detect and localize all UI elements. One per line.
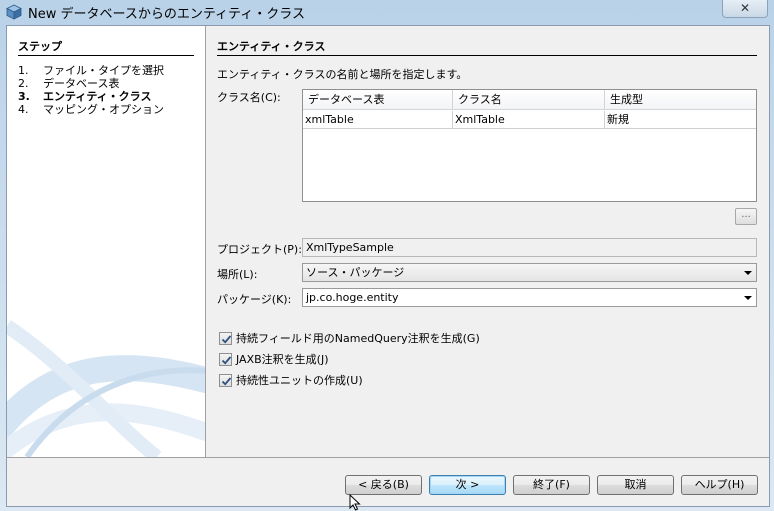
package-label: パッケージ(K): (217, 293, 292, 306)
help-button[interactable]: ヘルプ(H) (681, 475, 758, 495)
mouse-cursor-icon (349, 494, 361, 511)
dialog-client-area: ステップ 1. ファイル・タイプを選択 2. データベース表 3. エンティティ・クラ… (6, 25, 770, 507)
cell-generation-type[interactable]: 新規 (605, 111, 756, 129)
checkbox-jaxb[interactable]: JAXB注釈を生成(J) (219, 351, 329, 366)
step-number: 4. (18, 103, 29, 116)
step-label: ファイル・タイプを選択 (43, 64, 164, 77)
footer-divider (7, 457, 769, 458)
chevron-down-icon[interactable] (744, 271, 752, 275)
finish-button[interactable]: 終了(F) (513, 475, 590, 495)
checkbox-persistence-unit[interactable]: 持続性ユニットの作成(U) (219, 372, 363, 387)
step-label: データベース表 (43, 77, 120, 90)
steps-title: ステップ (18, 38, 194, 56)
cell-db-table[interactable]: xmlTable (303, 111, 453, 129)
step-number: 1. (18, 64, 29, 77)
location-dropdown[interactable]: ソース・パッケージ (302, 263, 757, 282)
next-button[interactable]: 次 > (429, 475, 506, 495)
checkbox-label[interactable]: 持続性ユニットの作成(U) (236, 374, 363, 387)
steps-panel: ステップ 1. ファイル・タイプを選択 2. データベース表 3. エンティティ・クラ… (7, 26, 206, 457)
package-value[interactable]: jp.co.hoge.entity (306, 291, 399, 304)
window-title: New データベースからのエンティティ・クラス (28, 7, 306, 22)
package-combobox[interactable]: jp.co.hoge.entity (302, 288, 757, 307)
close-button[interactable]: ✕ (722, 0, 768, 18)
checkbox-label[interactable]: JAXB注釈を生成(J) (236, 353, 329, 366)
ellipsis-button[interactable]: ... (735, 208, 757, 225)
checkbox-checked[interactable] (219, 352, 232, 366)
chevron-down-icon[interactable] (744, 296, 752, 300)
project-field: XmlTypeSample (302, 238, 757, 257)
content-panel: エンティティ・クラス エンティティ・クラスの名前と場所を指定します。 クラス名(… (217, 26, 769, 457)
column-header-class-name[interactable]: クラス名 (453, 90, 605, 110)
title-bar: New データベースからのエンティティ・クラス ✕ (0, 0, 774, 24)
step-item: 2. データベース表 (18, 77, 119, 90)
step-item-current: 3. エンティティ・クラス (18, 90, 151, 103)
class-names-table[interactable]: データベース表 クラス名 生成型 xmlTable XmlTable 新規 (302, 89, 757, 202)
cube-app-icon (6, 4, 22, 20)
checkmark-icon (221, 355, 232, 365)
location-label: 場所(L): (217, 268, 258, 281)
checkbox-checked[interactable] (219, 373, 232, 387)
step-item: 1. ファイル・タイプを選択 (18, 64, 164, 77)
checkmark-icon (221, 334, 232, 344)
step-number: 2. (18, 77, 29, 90)
checkbox-checked[interactable] (219, 331, 232, 345)
table-row[interactable]: xmlTable XmlTable 新規 (303, 111, 756, 129)
back-button[interactable]: < 戻る(B) (345, 475, 422, 495)
page-title: エンティティ・クラス (217, 38, 757, 56)
page-description: エンティティ・クラスの名前と場所を指定します。 (217, 68, 468, 81)
checkmark-icon (221, 376, 232, 386)
step-item: 4. マッピング・オプション (18, 103, 164, 116)
cancel-button[interactable]: 取消 (597, 475, 674, 495)
step-label: マッピング・オプション (43, 103, 164, 116)
step-number: 3. (18, 90, 30, 103)
close-icon: ✕ (739, 1, 751, 15)
step-label: エンティティ・クラス (43, 90, 152, 103)
class-names-label: クラス名(C): (217, 91, 281, 104)
checkbox-named-query[interactable]: 持続フィールド用のNamedQuery注釈を生成(G) (219, 330, 480, 345)
checkbox-label[interactable]: 持続フィールド用のNamedQuery注釈を生成(G) (236, 332, 480, 345)
location-value: ソース・パッケージ (306, 266, 405, 279)
cell-class-name[interactable]: XmlTable (453, 111, 605, 129)
column-header-generation-type[interactable]: 生成型 (605, 90, 756, 110)
column-header-db-table[interactable]: データベース表 (303, 90, 453, 110)
table-header: データベース表 クラス名 生成型 (303, 90, 756, 110)
project-label: プロジェクト(P): (217, 243, 302, 256)
